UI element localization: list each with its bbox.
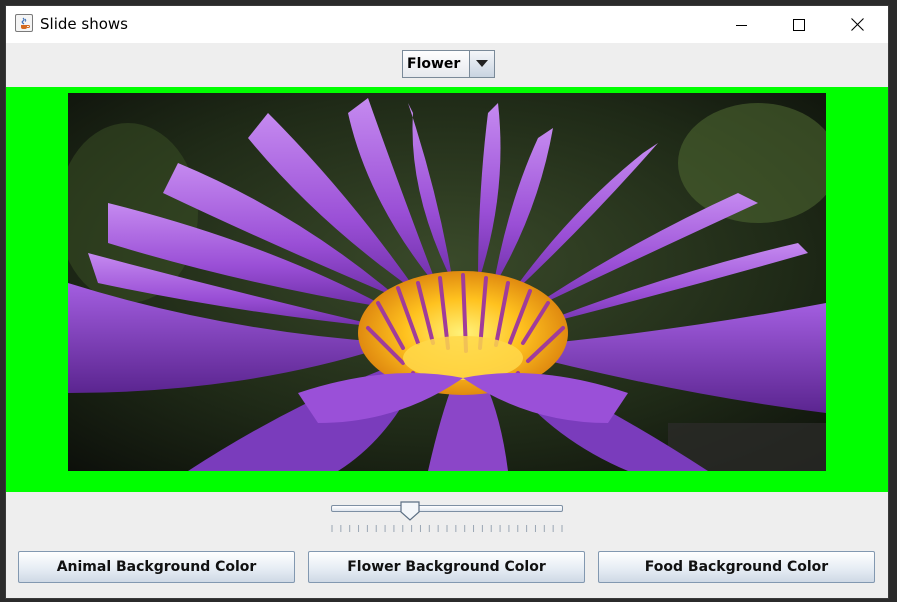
category-combobox[interactable]: Flower <box>402 50 495 78</box>
java-app-icon <box>15 14 33 32</box>
maximize-button[interactable] <box>770 6 828 43</box>
maximize-icon <box>793 18 805 31</box>
minimize-button[interactable] <box>713 6 771 43</box>
flower-background-color-button[interactable]: Flower Background Color <box>308 551 585 583</box>
food-button-label: Food Background Color <box>644 559 829 575</box>
food-background-color-button[interactable]: Food Background Color <box>598 551 875 583</box>
animal-background-color-button[interactable]: Animal Background Color <box>18 551 295 583</box>
combobox-selected-value[interactable]: Flower <box>402 50 469 78</box>
title-bar: Slide shows <box>6 6 888 43</box>
close-icon <box>850 18 864 31</box>
flower-image <box>68 93 826 471</box>
window-title: Slide shows <box>40 15 128 33</box>
slider-thumb[interactable] <box>400 501 422 525</box>
slide-slider[interactable] <box>330 501 566 537</box>
combobox-dropdown-button[interactable] <box>469 50 495 78</box>
close-button[interactable] <box>828 6 886 43</box>
minimize-icon <box>736 24 747 26</box>
chevron-down-icon <box>476 60 488 67</box>
slide-background-panel <box>6 87 888 492</box>
slider-track[interactable] <box>331 505 563 512</box>
flower-button-label: Flower Background Color <box>347 559 546 575</box>
animal-button-label: Animal Background Color <box>56 559 257 575</box>
slider-ticks <box>331 525 563 532</box>
app-window: Slide shows Flower Animal Background Col… <box>6 6 888 598</box>
